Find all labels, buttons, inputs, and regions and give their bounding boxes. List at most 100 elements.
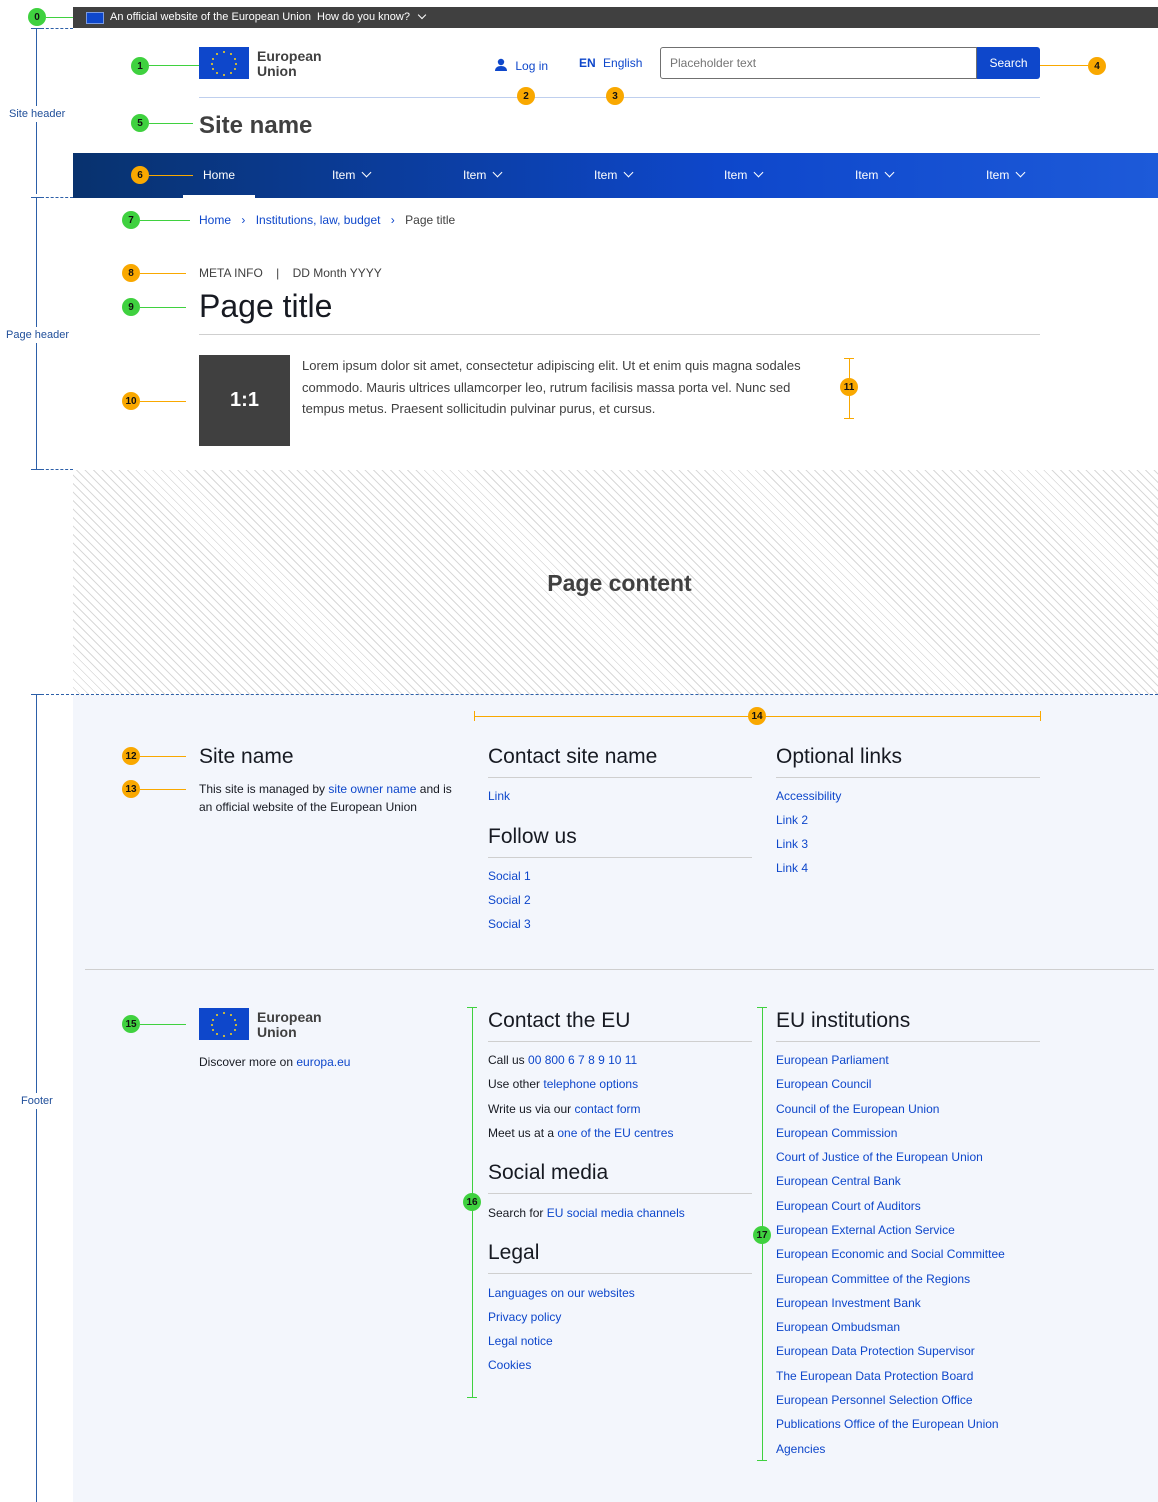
institution-link[interactable]: Court of Justice of the European Union [776,1150,983,1164]
chevron-right-icon: › [390,213,395,227]
institution-link[interactable]: Publications Office of the European Unio… [776,1417,999,1431]
nav-label: Item [332,168,356,182]
page-header-image: 1:1 [199,355,290,446]
login-link[interactable]: Log in [494,56,548,73]
institution-link[interactable]: European Parliament [776,1053,889,1067]
eu-logo-icon[interactable] [199,1008,249,1040]
social-search-text: Search for EU social media channels [488,1206,685,1220]
annotation-badge: 3 [606,87,624,105]
search-form: Search [660,47,1040,79]
annotation-badge: 10 [122,392,140,410]
europa-link[interactable]: europa.eu [296,1055,350,1069]
optional-link[interactable]: Link 4 [776,861,808,875]
nav-label: Item [594,168,618,182]
annotation-line [140,789,186,790]
nav-item[interactable]: Item [855,153,895,198]
site-owner-link[interactable]: site owner name [328,782,416,796]
telephone-options-link[interactable]: telephone options [543,1077,638,1091]
eu-centres-link[interactable]: one of the EU centres [557,1126,673,1140]
language-code: EN [579,56,596,70]
legal-link[interactable]: Legal notice [488,1334,553,1348]
eu-logo-icon[interactable] [199,47,249,79]
institution-link[interactable]: European External Action Service [776,1223,955,1237]
optional-link[interactable]: Accessibility [776,789,841,803]
social-channels-link[interactable]: EU social media channels [547,1206,685,1220]
footer-link[interactable]: Link [488,789,510,803]
site-footer [73,695,1158,1502]
annotation-badge: 8 [122,264,140,282]
nav-item[interactable]: Item [594,153,634,198]
contact-form-link[interactable]: contact form [574,1102,640,1116]
image-ratio-label: 1:1 [230,389,259,411]
footer-section-divider [85,969,1154,970]
annotation-badge: 12 [122,747,140,765]
footer-managed-text-2: an official website of the European Unio… [199,800,417,814]
nav-item[interactable]: Item [724,153,764,198]
annotation-badge: 13 [122,780,140,798]
legal-title: Legal [488,1241,540,1264]
institution-link[interactable]: European Ombudsman [776,1320,900,1334]
institution-link[interactable]: Council of the European Union [776,1102,939,1116]
annotation-badge: 0 [28,8,46,26]
institution-link[interactable]: European Court of Auditors [776,1199,921,1213]
language-selector[interactable]: EN English [579,56,642,70]
site-name[interactable]: Site name [199,112,312,140]
breadcrumb-link[interactable]: Home [199,213,231,227]
meta-label: META INFO [199,266,263,280]
logo-text: European Union [257,1009,322,1040]
annotation-tick [1040,711,1041,721]
how-do-you-know-label: How do you know? [317,11,410,23]
telephone-text: Use other telephone options [488,1077,639,1091]
institution-link[interactable]: European Data Protection Supervisor [776,1344,975,1358]
institution-link[interactable]: European Economic and Social Committee [776,1247,1005,1261]
chevron-down-icon [1015,167,1026,178]
social-link[interactable]: Social 2 [488,893,531,907]
rail-tick [31,469,41,470]
annotation-line [149,65,199,66]
chevron-down-icon [623,167,634,178]
nav-item[interactable]: Item [463,153,503,198]
search-input[interactable] [660,47,977,79]
chevron-right-icon: › [241,213,246,227]
eu-institutions-title: EU institutions [776,1009,911,1032]
institution-link[interactable]: The European Data Protection Board [776,1369,973,1383]
legal-link[interactable]: Cookies [488,1358,531,1372]
official-text: An official website of the European Unio… [110,11,311,23]
nav-item[interactable]: Item [332,153,372,198]
institution-link[interactable]: European Council [776,1077,871,1091]
social-link[interactable]: Social 1 [488,869,531,883]
chevron-down-icon [417,10,427,20]
institution-link[interactable]: European Investment Bank [776,1296,921,1310]
logo-text: European Union [257,48,322,79]
follow-us-title: Follow us [488,825,577,848]
contact-site-title: Contact site name [488,745,658,768]
nav-item[interactable]: Item [986,153,1026,198]
footer-divider [488,1273,752,1274]
breadcrumb-link[interactable]: Institutions, law, budget [256,213,381,227]
institution-link[interactable]: European Personnel Selection Office [776,1393,973,1407]
contact-eu-title: Contact the EU [488,1009,631,1032]
rail-dash [41,28,73,29]
chevron-down-icon [492,167,503,178]
optional-link[interactable]: Link 3 [776,837,808,851]
optional-link[interactable]: Link 2 [776,813,808,827]
institution-link[interactable]: European Commission [776,1126,897,1140]
institution-link[interactable]: European Committee of the Regions [776,1272,970,1286]
footer-divider [488,1193,752,1194]
search-button[interactable]: Search [977,47,1040,79]
phone-link[interactable]: 00 800 6 7 8 9 10 11 [528,1053,637,1067]
how-do-you-know-link[interactable]: How do you know? [317,10,427,23]
annotation-line [46,17,73,18]
nav-item-home[interactable]: Home [183,153,255,198]
legal-link[interactable]: Privacy policy [488,1310,561,1324]
official-bar: An official website of the European Unio… [73,7,1158,28]
meet-text: Meet us at a one of the EU centres [488,1126,674,1140]
institution-link[interactable]: European Central Bank [776,1174,901,1188]
meta-date: DD Month YYYY [292,266,382,280]
legal-link[interactable]: Languages on our websites [488,1286,635,1300]
annotation-line [149,175,193,176]
institution-link[interactable]: Agencies [776,1442,825,1456]
annotation-tick [757,1460,767,1461]
meta-separator: | [276,266,280,280]
social-link[interactable]: Social 3 [488,917,531,931]
